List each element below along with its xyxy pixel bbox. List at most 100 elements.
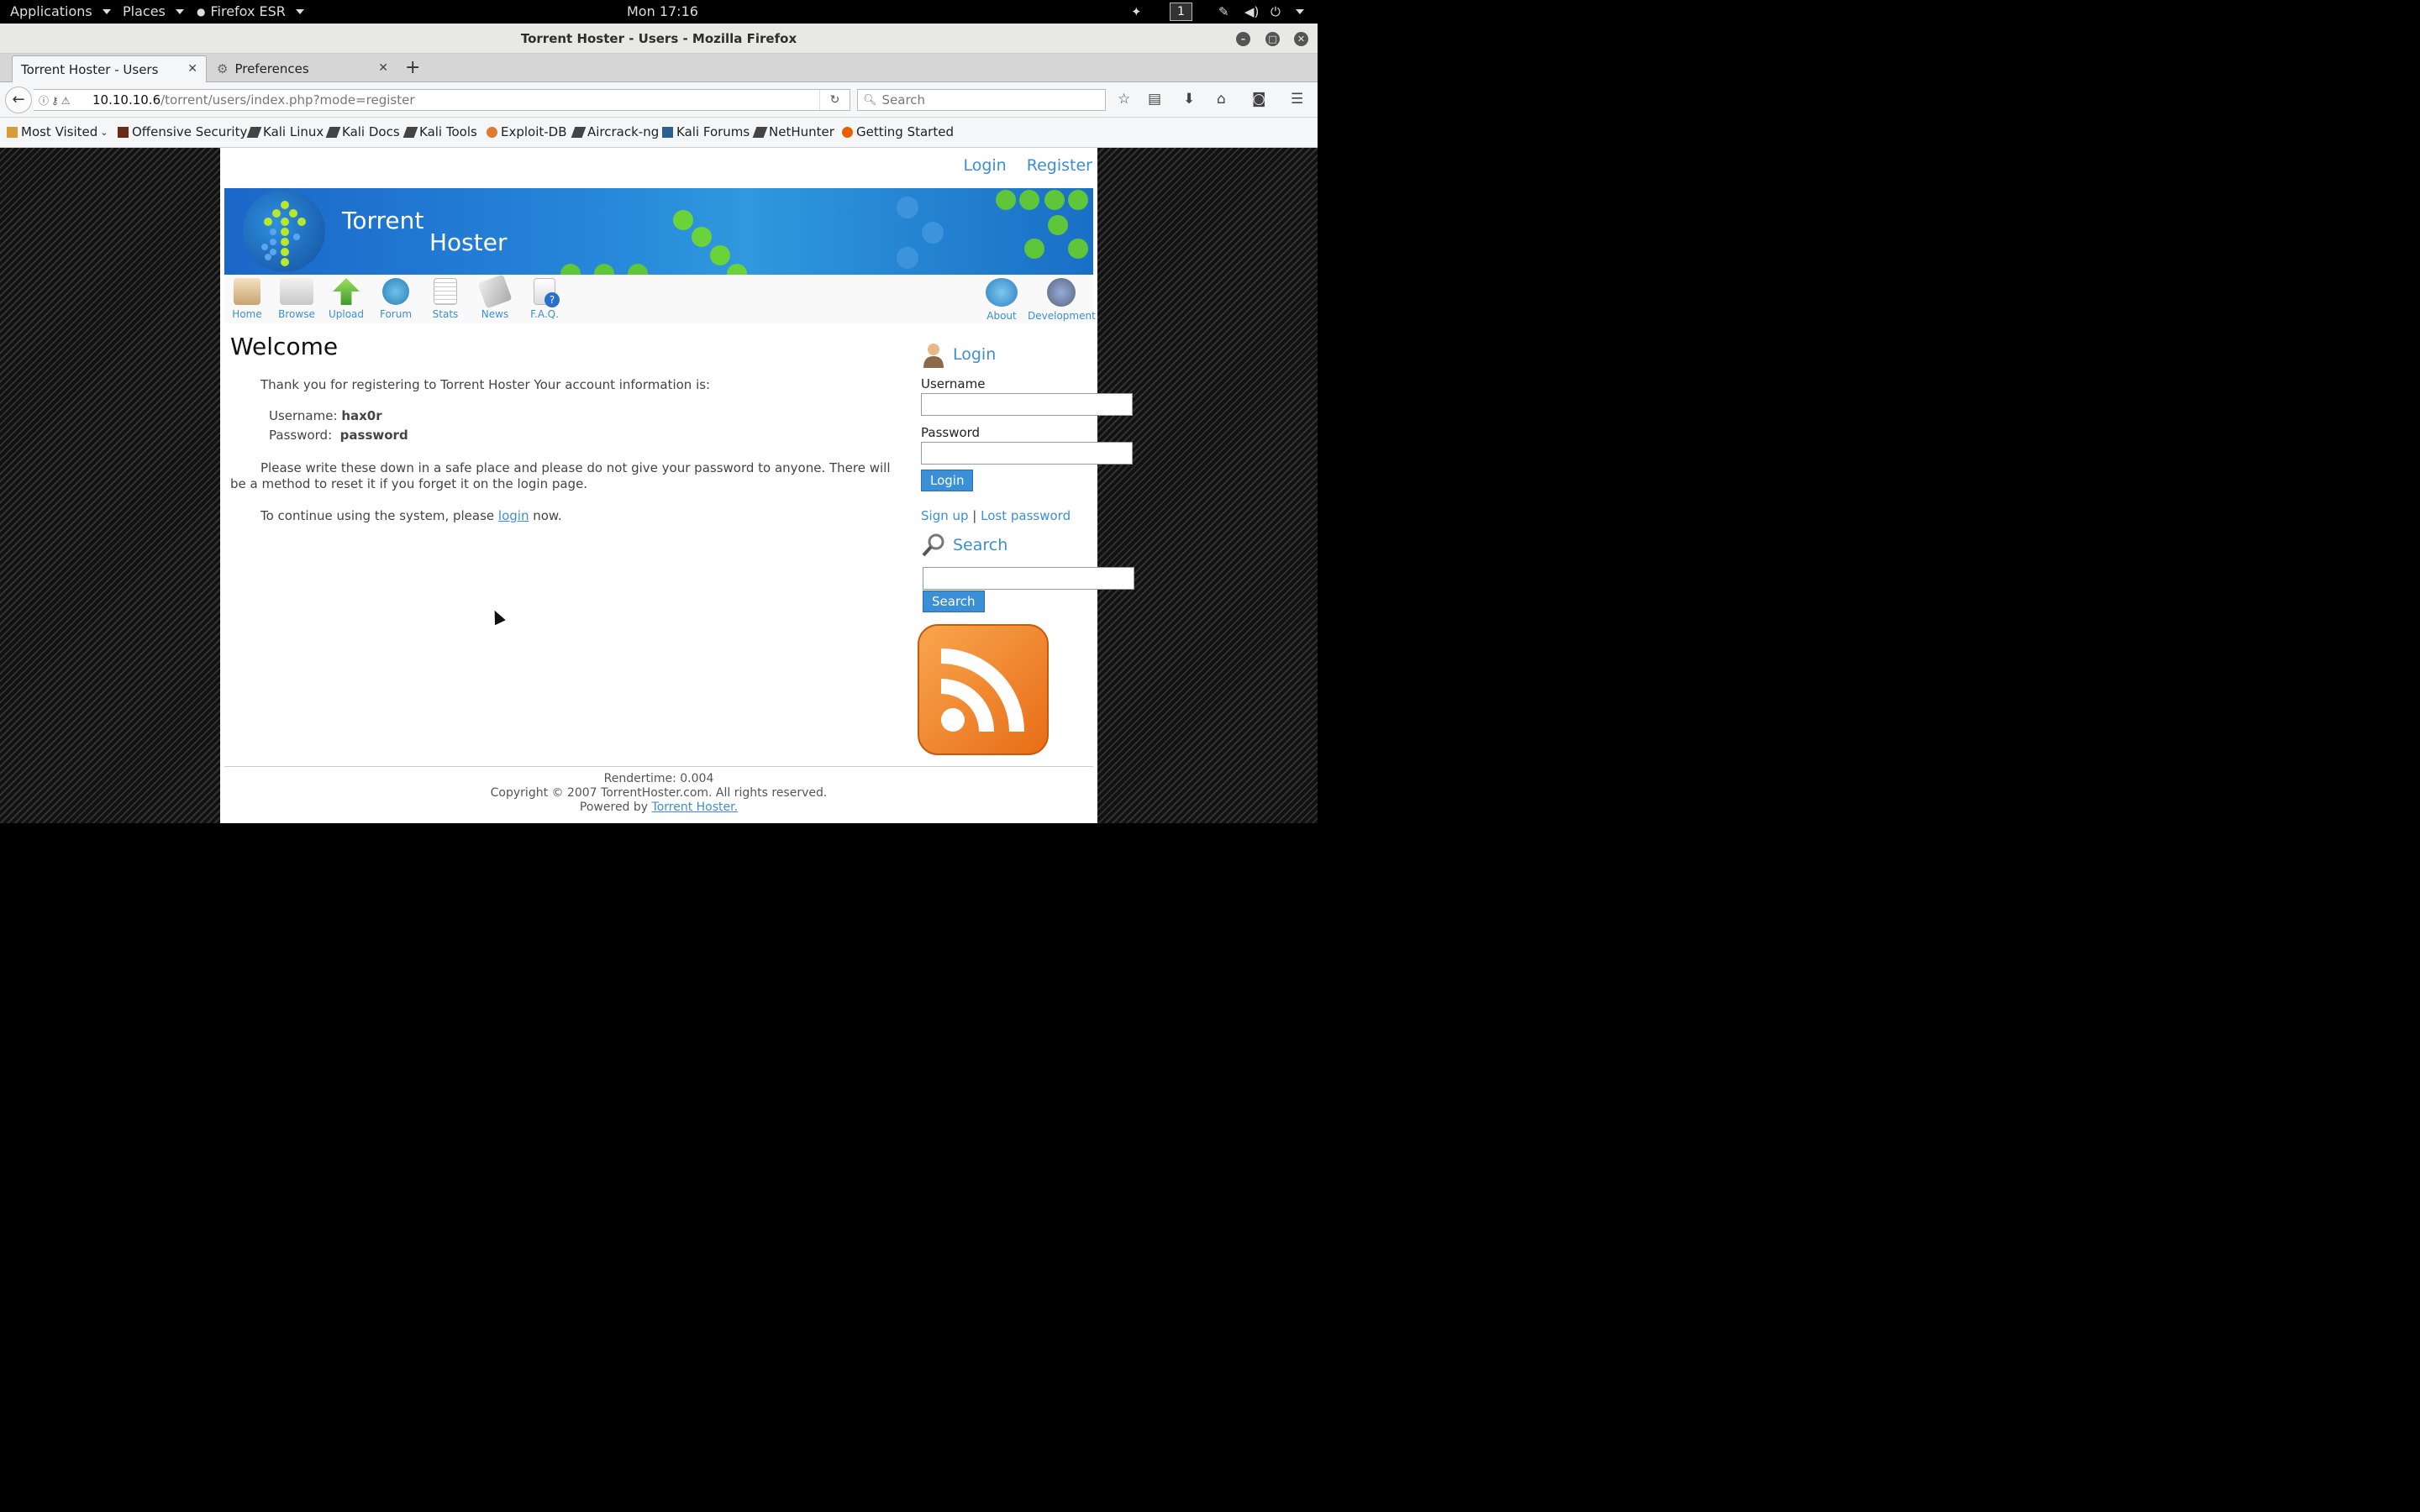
magnifier-icon — [922, 533, 944, 557]
reader-list-icon[interactable]: ▤ — [1148, 91, 1161, 108]
close-tab-icon[interactable]: ✕ — [187, 62, 197, 76]
bookmark-offensive-security[interactable]: Offensive Security — [118, 124, 247, 139]
bookmark-star-icon[interactable]: ☆ — [1118, 91, 1130, 108]
bookmark-nethunter[interactable]: NetHunter — [752, 124, 834, 139]
navigation-toolbar: ← ⓘ⚷⚠ 10.10.10.6/torrent/users/index.php… — [0, 82, 1318, 118]
nav-upload[interactable]: Upload — [324, 278, 369, 320]
sidebar-password-label: Password — [921, 425, 981, 440]
nav-label: F.A.Q. — [530, 308, 559, 320]
torrent-hoster-page: Login Register Torrent Hoster Home Brows… — [220, 148, 1134, 823]
bookmark-kali-forums[interactable]: Kali Forums — [662, 124, 750, 139]
about-globe-user-icon — [986, 278, 1018, 307]
sign-up-link[interactable]: Sign up — [921, 508, 969, 523]
tab-strip: Torrent Hoster - Users ✕ ⚙ Preferences ✕… — [0, 54, 1318, 82]
username-label: Username: — [269, 408, 338, 423]
screen-share-icon[interactable]: ✦ — [1131, 4, 1142, 19]
site-banner: Torrent Hoster — [224, 188, 1093, 275]
back-button[interactable]: ← — [5, 87, 32, 113]
upload-arrow-icon — [333, 278, 360, 305]
sidebar-username-input[interactable] — [921, 393, 1133, 416]
bookmark-label: Kali Docs — [342, 124, 400, 139]
nav-about[interactable]: About — [979, 278, 1024, 322]
close-window-button[interactable]: ✕ — [1294, 32, 1308, 46]
downloads-icon[interactable]: ⬇ — [1183, 91, 1195, 108]
bookmark-most-visited[interactable]: Most Visited ⌄ — [7, 124, 108, 139]
continue-message: To continue using the system, please log… — [230, 508, 894, 524]
banner-title-line1: Torrent — [342, 207, 424, 234]
lost-password-link[interactable]: Lost password — [981, 508, 1071, 523]
bookmark-exploit-db[interactable]: Exploit-DB — [487, 124, 567, 139]
search-placeholder: Search — [881, 92, 926, 108]
user-icon — [923, 344, 944, 368]
hamburger-menu-icon[interactable]: ☰ — [1291, 91, 1303, 108]
bookmark-aircrack-ng[interactable]: Aircrack-ng — [571, 124, 660, 139]
top-register-link[interactable]: Register — [1027, 156, 1092, 175]
copyright: Copyright © 2007 TorrentHoster.com. All … — [490, 786, 828, 800]
nav-home[interactable]: Home — [224, 278, 270, 320]
firefox-app-menu[interactable]: ● Firefox ESR — [197, 3, 304, 19]
maximize-button[interactable]: □ — [1265, 32, 1280, 46]
kali-dragon-icon — [752, 126, 768, 138]
bookmark-label: Aircrack-ng — [587, 124, 660, 139]
volume-icon[interactable]: ◀) — [1244, 4, 1259, 19]
account-credentials: Username: hax0r Password: password — [269, 407, 894, 445]
bookmark-kali-docs[interactable]: Kali Docs — [325, 124, 400, 139]
development-globe-icon — [1047, 278, 1076, 307]
nav-stats[interactable]: Stats — [423, 278, 468, 320]
bookmark-getting-started[interactable]: Getting Started — [842, 124, 954, 139]
bookmark-label: Offensive Security — [132, 124, 248, 139]
clock[interactable]: Mon 17:16 — [627, 3, 698, 19]
decor-dot — [710, 245, 730, 265]
url-host: 10.10.10.6 — [92, 92, 161, 108]
search-heading-text: Search — [953, 536, 1008, 554]
safety-warning: Please write these down in a safe place … — [230, 460, 891, 491]
top-login-link[interactable]: Login — [963, 156, 1006, 175]
sidebar-login-button[interactable]: Login — [921, 470, 974, 491]
kali-dragon-icon — [325, 126, 341, 138]
sidebar-search-button[interactable]: Search — [923, 591, 985, 612]
reload-icon[interactable]: ↻ — [819, 90, 850, 110]
sidebar-password-input[interactable] — [921, 442, 1133, 465]
home-icon[interactable]: ⌂ — [1217, 91, 1226, 108]
pen-icon[interactable]: ✎ — [1218, 4, 1229, 19]
bookmark-label: Kali Linux — [263, 124, 324, 139]
decor-dot — [1044, 190, 1065, 210]
rss-feed-icon[interactable] — [918, 624, 1049, 755]
workspace-indicator[interactable]: 1 — [1170, 3, 1192, 21]
folder-icon — [7, 126, 18, 138]
search-input[interactable]: 🔍︎ Search — [857, 89, 1106, 111]
nav-development[interactable]: Development — [1028, 278, 1096, 322]
pocket-icon[interactable]: ◙ — [1252, 91, 1266, 108]
nav-label: Upload — [328, 308, 365, 320]
places-menu[interactable]: Places — [123, 3, 184, 19]
bookmark-kali-tools[interactable]: Kali Tools — [402, 124, 477, 139]
account-links: Sign up | Lost password — [921, 508, 1136, 523]
minimize-button[interactable]: – — [1236, 32, 1250, 46]
sidebar-search-input[interactable] — [923, 567, 1134, 590]
bookmark-kali-linux[interactable]: Kali Linux — [246, 124, 324, 139]
close-tab-icon[interactable]: ✕ — [378, 61, 388, 75]
bookmark-label: Kali Forums — [676, 124, 750, 139]
torrent-hoster-link[interactable]: Torrent Hoster. — [652, 801, 739, 814]
nav-browse[interactable]: Browse — [274, 278, 319, 320]
arrow-dots-icon — [261, 201, 306, 266]
tab-torrent-hoster[interactable]: Torrent Hoster - Users ✕ — [12, 55, 207, 82]
power-icon[interactable]: ⏻ — [1270, 4, 1281, 19]
decor-dot — [727, 264, 747, 275]
nav-news[interactable]: News — [472, 274, 518, 320]
house-icon — [234, 278, 260, 305]
continue-text: To continue using the system, please — [260, 508, 495, 523]
login-link[interactable]: login — [498, 508, 529, 523]
site-info-icons[interactable]: ⓘ⚷⚠ — [39, 93, 92, 108]
exploit-db-icon — [487, 126, 497, 138]
chevron-down-icon[interactable] — [1296, 9, 1304, 14]
nav-forum[interactable]: Forum — [373, 278, 418, 320]
nav-label: Stats — [432, 308, 459, 320]
decor-dot — [692, 227, 712, 247]
url-bar[interactable]: ⓘ⚷⚠ 10.10.10.6/torrent/users/index.php?m… — [34, 89, 850, 111]
nav-faq[interactable]: ? F.A.Q. — [522, 278, 567, 320]
nav-label: Home — [232, 308, 262, 320]
tab-preferences[interactable]: ⚙ Preferences ✕ — [208, 55, 397, 82]
applications-menu[interactable]: Applications — [10, 3, 111, 19]
new-tab-button[interactable]: + — [405, 57, 420, 78]
